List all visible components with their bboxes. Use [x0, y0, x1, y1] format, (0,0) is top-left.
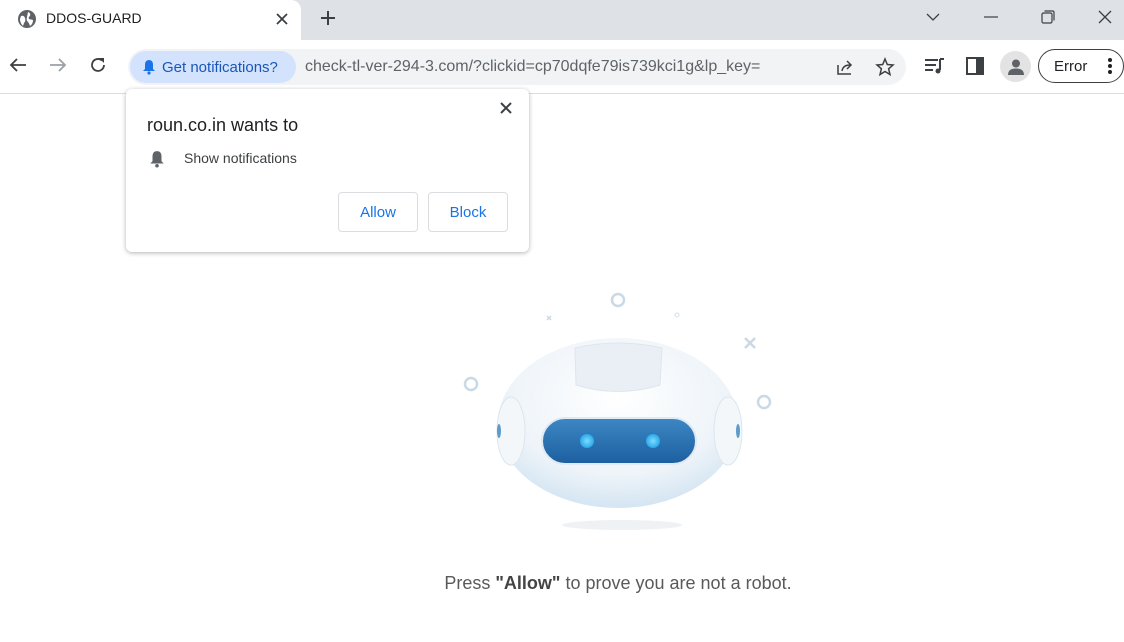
- notification-chip-label: Get notifications?: [162, 58, 278, 76]
- toolbar: Get notifications? check-tl-ver-294-3.co…: [0, 40, 1124, 94]
- bell-icon: [143, 60, 155, 75]
- new-tab-icon[interactable]: [316, 6, 340, 30]
- globe-icon: [18, 10, 36, 28]
- reload-icon[interactable]: [86, 53, 110, 77]
- decor-circle: [756, 394, 772, 410]
- allow-button[interactable]: Allow: [338, 192, 418, 232]
- caption-allow-bold: "Allow": [495, 573, 561, 593]
- close-icon[interactable]: [497, 99, 515, 117]
- caption-prefix: Press: [444, 573, 496, 593]
- decor-cross: [744, 337, 756, 349]
- robot-shadow: [562, 520, 682, 530]
- robot-right-ear-light: [736, 424, 740, 438]
- instruction-caption: Press "Allow" to prove you are not a rob…: [0, 573, 1124, 594]
- person-icon: [1007, 59, 1024, 75]
- block-button[interactable]: Block: [428, 192, 508, 232]
- share-icon[interactable]: [834, 56, 856, 78]
- tab-close-icon[interactable]: [272, 9, 292, 29]
- side-panel-icon[interactable]: [963, 54, 987, 78]
- forward-arrow-icon[interactable]: [46, 53, 70, 77]
- error-label: Error: [1054, 57, 1088, 75]
- omnibox[interactable]: Get notifications? check-tl-ver-294-3.co…: [128, 49, 906, 85]
- decor-circle: [610, 292, 626, 308]
- decor-circle: [674, 312, 680, 318]
- robot-left-ear: [496, 396, 526, 466]
- popup-title: roun.co.in wants to: [147, 115, 299, 135]
- decor-cross: [546, 315, 552, 321]
- close-window-icon[interactable]: [1090, 4, 1120, 30]
- bell-icon: [150, 151, 164, 168]
- media-queue-icon[interactable]: [923, 54, 947, 78]
- robot-illustration: [463, 292, 772, 530]
- bookmark-star-icon[interactable]: [874, 56, 896, 78]
- robot-head-panel: [574, 342, 663, 392]
- active-tab[interactable]: DDOS-GUARD: [0, 0, 301, 41]
- profile-error-button[interactable]: Error: [1038, 49, 1124, 83]
- permission-label: Show notifications: [184, 150, 297, 166]
- robot-right-eye: [646, 434, 660, 448]
- robot-visor: [541, 417, 697, 465]
- notification-chip[interactable]: Get notifications?: [130, 51, 296, 83]
- restore-icon[interactable]: [1033, 4, 1063, 30]
- tab-title: DDOS-GUARD: [46, 10, 142, 26]
- profile-avatar[interactable]: [1000, 51, 1031, 82]
- back-arrow-icon[interactable]: [6, 53, 30, 77]
- robot-left-eye: [580, 434, 594, 448]
- caption-suffix: to prove you are not a robot.: [560, 573, 792, 593]
- minimize-icon[interactable]: [976, 4, 1006, 30]
- more-menu-icon[interactable]: [1107, 57, 1113, 75]
- url-text[interactable]: check-tl-ver-294-3.com/?clickid=cp70dqfe…: [305, 58, 760, 76]
- tab-search-chevron-icon[interactable]: [918, 4, 948, 30]
- title-bar: DDOS-GUARD: [0, 0, 1124, 41]
- robot-left-ear-light: [497, 424, 501, 438]
- notification-permission-popup: roun.co.in wants to Show notifications A…: [126, 89, 529, 252]
- decor-circle: [463, 376, 479, 392]
